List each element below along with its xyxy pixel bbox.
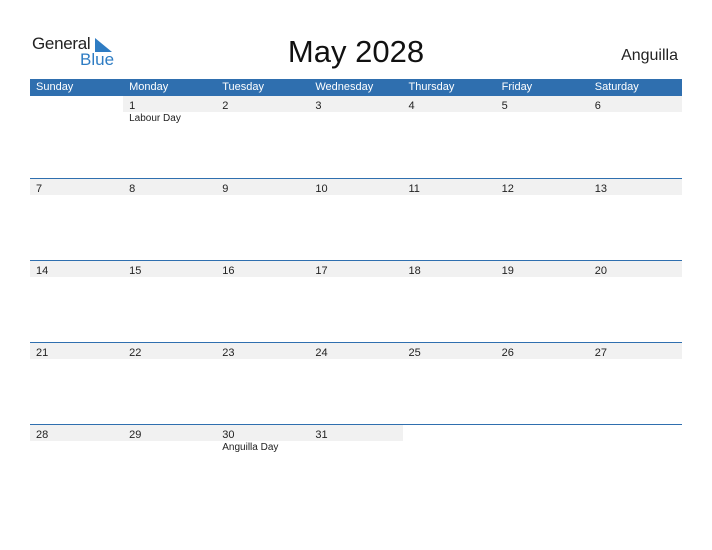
day-number: 8 xyxy=(129,183,136,195)
day-number: 28 xyxy=(36,429,49,441)
day-cell: 9 xyxy=(216,179,309,195)
day-cell: 1 Labour Day xyxy=(123,96,216,124)
date-strip: 14 15 16 17 18 19 20 xyxy=(30,261,682,277)
day-cell: 31 xyxy=(309,425,402,441)
day-number: 26 xyxy=(501,347,514,359)
day-cell: 27 xyxy=(589,343,682,359)
day-number: 29 xyxy=(129,429,142,441)
day-number: 14 xyxy=(36,265,49,277)
day-cell: 10 xyxy=(309,179,402,195)
week-row: 7 8 9 10 11 12 13 xyxy=(30,178,682,260)
day-number: 18 xyxy=(408,265,421,277)
calendar-grid: Sunday Monday Tuesday Wednesday Thursday Frid… xyxy=(30,79,682,506)
day-number: 21 xyxy=(36,347,49,359)
weekday-wednesday: Wednesday xyxy=(315,81,374,93)
week-row: 14 15 16 17 18 19 20 xyxy=(30,260,682,342)
day-number: 11 xyxy=(408,183,420,195)
day-cell: 3 xyxy=(309,96,402,112)
day-number: 22 xyxy=(129,347,142,359)
day-number: 30 xyxy=(222,429,235,441)
date-strip: 21 22 23 24 25 26 27 xyxy=(30,343,682,359)
day-number: 17 xyxy=(315,265,328,277)
day-cell: 29 xyxy=(123,425,216,441)
day-cell: 11 xyxy=(403,179,496,195)
day-cell: 25 xyxy=(403,343,496,359)
date-strip: 28 29 30 Anguilla Day 31 xyxy=(30,425,682,453)
day-cell: 19 xyxy=(496,261,589,277)
day-number: 9 xyxy=(222,183,229,195)
day-cell xyxy=(588,425,682,441)
date-strip: 7 8 9 10 11 12 13 xyxy=(30,179,682,195)
week-row: 21 22 23 24 25 26 27 xyxy=(30,342,682,424)
day-cell xyxy=(402,425,496,441)
weekday-sunday: Sunday xyxy=(36,81,74,93)
day-number: 23 xyxy=(222,347,235,359)
weekday-tuesday: Tuesday xyxy=(222,81,265,93)
day-number: 5 xyxy=(501,100,508,112)
day-cell: 28 xyxy=(30,425,123,441)
day-number: 31 xyxy=(315,429,328,441)
week-row: 28 29 30 Anguilla Day 31 xyxy=(30,424,682,506)
day-cell: 7 xyxy=(30,179,123,195)
day-number: 4 xyxy=(408,100,415,112)
calendar-title: May 2028 xyxy=(287,34,425,69)
day-cell xyxy=(30,96,124,112)
day-cell: 6 xyxy=(589,96,682,112)
day-cell: 2 xyxy=(216,96,309,112)
day-number: 16 xyxy=(222,265,235,277)
day-cell: 16 xyxy=(216,261,309,277)
day-cell: 22 xyxy=(123,343,216,359)
day-cell: 24 xyxy=(309,343,402,359)
day-cell: 23 xyxy=(216,343,309,359)
day-cell: 26 xyxy=(496,343,589,359)
day-cell: 18 xyxy=(403,261,496,277)
week-row: 1 Labour Day 2 3 4 5 6 xyxy=(30,96,682,178)
day-cell: 14 xyxy=(30,261,123,277)
day-number: 10 xyxy=(315,183,328,195)
day-cell: 21 xyxy=(30,343,123,359)
day-cell: 5 xyxy=(496,96,589,112)
day-number: 12 xyxy=(501,183,514,195)
holiday-label: Anguilla Day xyxy=(222,442,279,453)
day-number: 19 xyxy=(501,265,514,277)
day-cell: 15 xyxy=(123,261,216,277)
weekday-friday: Friday xyxy=(501,81,533,93)
day-number: 27 xyxy=(594,347,607,359)
day-number: 7 xyxy=(36,183,43,195)
holiday-label: Labour Day xyxy=(129,113,181,124)
weekday-saturday: Saturday xyxy=(594,81,639,93)
day-cell: 17 xyxy=(309,261,402,277)
day-number: 2 xyxy=(222,100,229,112)
day-cell: 8 xyxy=(123,179,216,195)
day-number: 24 xyxy=(315,347,328,359)
weekday-header: Sunday Monday Tuesday Wednesday Thursday Frid… xyxy=(30,79,682,96)
day-cell: 20 xyxy=(589,261,682,277)
weekday-thursday: Thursday xyxy=(408,81,455,93)
day-cell: 30 Anguilla Day xyxy=(216,425,309,453)
weekday-monday: Monday xyxy=(129,81,169,93)
day-number: 3 xyxy=(315,100,322,112)
day-number: 13 xyxy=(594,183,607,195)
day-number: 6 xyxy=(594,100,601,112)
day-number: 20 xyxy=(594,265,607,277)
day-cell: 12 xyxy=(496,179,589,195)
date-strip: 1 Labour Day 2 3 4 5 6 xyxy=(30,96,682,124)
day-number: 15 xyxy=(129,265,142,277)
country-label: Anguilla xyxy=(621,47,678,64)
day-number: 1 xyxy=(129,100,136,112)
day-cell: 13 xyxy=(589,179,682,195)
day-cell xyxy=(495,425,589,441)
day-number: 25 xyxy=(408,347,421,359)
day-cell: 4 xyxy=(403,96,496,112)
